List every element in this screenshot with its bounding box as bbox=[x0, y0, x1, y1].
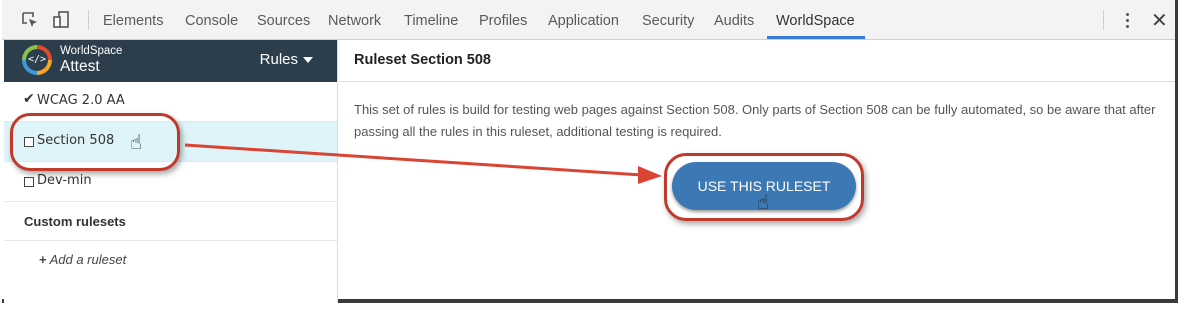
annotation-arrow bbox=[184, 143, 662, 184]
devtools-window: Elements Console Sources Network Timelin… bbox=[2, 0, 1178, 303]
